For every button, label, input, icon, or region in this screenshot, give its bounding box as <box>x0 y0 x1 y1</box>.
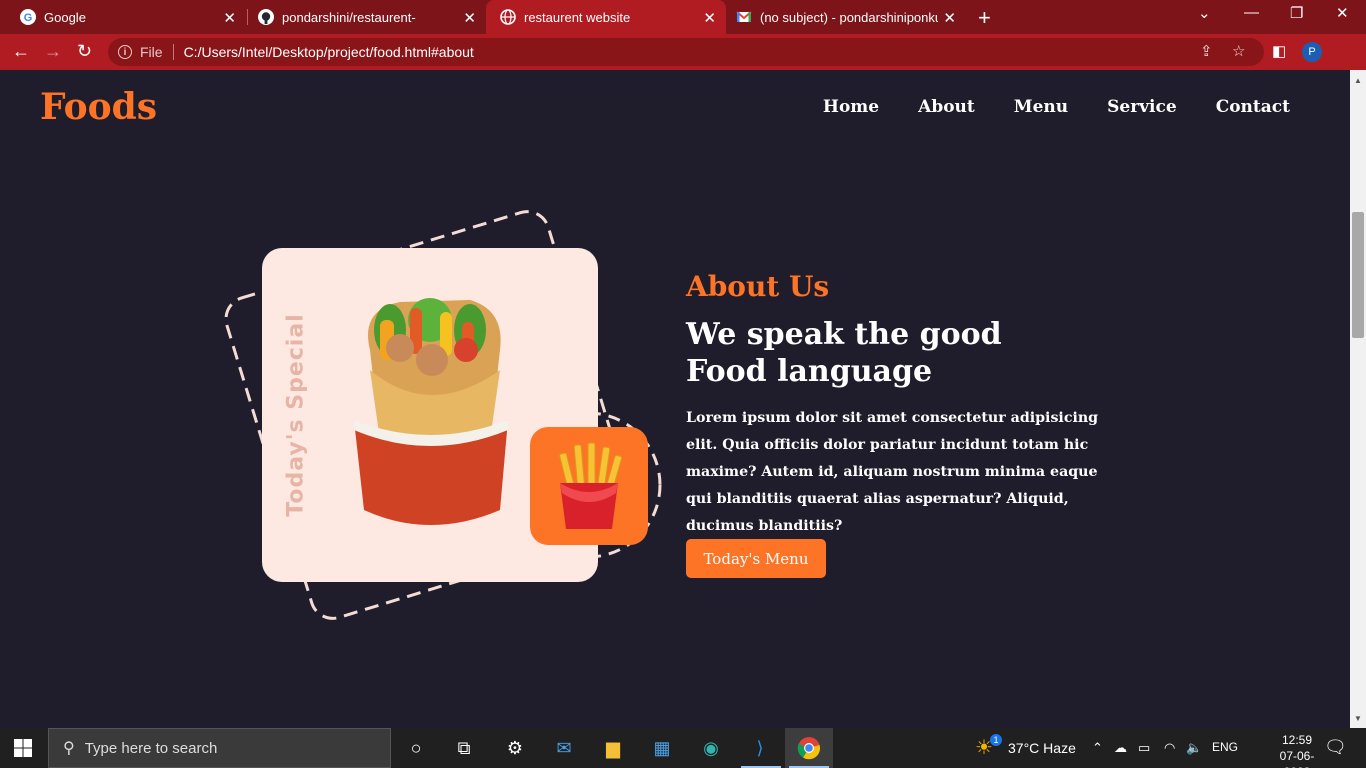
about-decoration <box>224 210 662 620</box>
taskbar-search[interactable]: ⚲ Type here to search <box>48 728 391 768</box>
edge-icon[interactable]: ◉ <box>698 736 724 760</box>
fries-card <box>530 427 648 545</box>
chrome-taskbar-button[interactable] <box>785 728 833 768</box>
clock-date: 07-06-2023 <box>1279 749 1315 768</box>
store-icon[interactable]: ▦ <box>649 736 675 760</box>
todays-menu-button[interactable]: Today's Menu <box>686 539 826 578</box>
chrome-icon <box>797 737 821 760</box>
language-indicator[interactable]: ENG <box>1212 740 1238 754</box>
windows-start-icon[interactable] <box>14 739 32 757</box>
file-explorer-icon[interactable]: ▆ <box>600 736 626 760</box>
headline-line-2: Food language <box>686 354 933 389</box>
fries-icon <box>559 442 623 529</box>
todays-special-text: Today's Special <box>283 313 309 517</box>
clock-time: 12:59 <box>1281 733 1313 747</box>
task-view-icon[interactable]: ⧉ <box>451 736 477 760</box>
vscode-icon[interactable]: ⟩ <box>747 736 773 760</box>
about-paragraph: Lorem ipsum dolor sit amet consectetur a… <box>686 410 1099 534</box>
about-headline: We speak the good Food language <box>686 316 1086 390</box>
show-hidden-icons-chevron-icon[interactable]: ⌃ <box>1092 740 1103 756</box>
clock[interactable]: 12:59 07-06-2023 <box>1270 732 1324 768</box>
search-placeholder: Type here to search <box>84 739 218 757</box>
mail-icon[interactable]: ✉ <box>551 736 577 760</box>
scroll-thumb[interactable] <box>1352 212 1364 338</box>
notifications-icon[interactable]: 🗨 <box>1324 737 1347 758</box>
about-us-label: About Us <box>686 270 830 303</box>
onedrive-cloud-icon[interactable]: ☁ <box>1114 740 1127 756</box>
wifi-icon[interactable]: ◠ <box>1164 740 1175 756</box>
food-wrap-illustration <box>354 298 508 525</box>
search-icon: ⚲ <box>63 740 75 757</box>
headline-line-1: We speak the good <box>686 317 1002 352</box>
scroll-down-arrow-icon[interactable]: ▼ <box>1354 714 1362 723</box>
scroll-up-arrow-icon[interactable]: ▲ <box>1354 76 1362 85</box>
weather-text[interactable]: 37°C Haze <box>1008 740 1076 756</box>
weather-badge: 1 <box>990 734 1002 746</box>
page-scrollbar[interactable]: ▲ ▼ <box>1350 70 1366 728</box>
battery-icon[interactable]: ▭ <box>1138 740 1150 756</box>
cortana-icon[interactable]: ○ <box>403 736 429 760</box>
settings-gear-icon[interactable]: ⚙ <box>502 736 528 760</box>
volume-icon[interactable]: 🔈 <box>1186 740 1202 756</box>
windows-taskbar: ⚲ Type here to search ○ ⧉ ⚙ ✉ ▆ ▦ ◉ ⟩ ☀ … <box>0 728 1366 768</box>
